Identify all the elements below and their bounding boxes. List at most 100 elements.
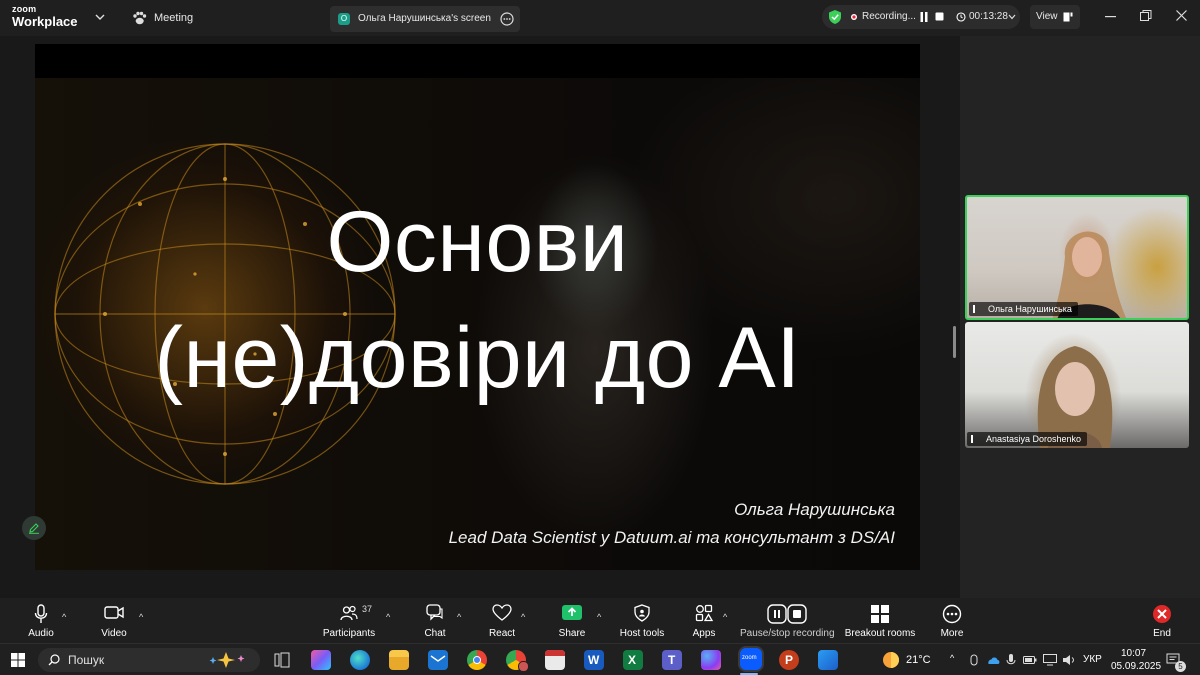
zoom-logo: zoom Workplace	[12, 5, 78, 29]
pause-stop-recording-button[interactable]: Pause/stop recording	[740, 598, 835, 643]
participants-options-caret[interactable]: ^	[386, 612, 390, 622]
recording-status-pill: Recording... 00:13:28	[822, 5, 1020, 29]
clock-icon	[956, 12, 966, 22]
chat-label: Chat	[424, 628, 446, 639]
input-language[interactable]: УКР	[1083, 654, 1102, 665]
apps-options-caret[interactable]: ^	[723, 612, 727, 622]
participant-name: Anastasiya Doroshenko	[986, 434, 1082, 444]
apps-button[interactable]: Apps	[686, 598, 722, 643]
layout-icon	[1063, 12, 1073, 22]
view-label: View	[1036, 11, 1058, 22]
security-shield-icon[interactable]	[828, 9, 842, 25]
pause-icon[interactable]	[920, 12, 928, 22]
copilot-app-icon[interactable]	[311, 650, 331, 670]
react-button[interactable]: React	[484, 598, 520, 643]
chevron-down-icon[interactable]	[1008, 14, 1016, 20]
participants-label: Participants	[322, 628, 376, 639]
word-app-icon[interactable]: W	[584, 650, 604, 670]
weather-temperature[interactable]: 21°C	[906, 654, 931, 666]
chat-button[interactable]: Chat	[418, 598, 452, 643]
breakout-rooms-icon	[871, 605, 889, 623]
edge-browser-icon[interactable]	[350, 650, 370, 670]
weather-sun-icon[interactable]	[882, 651, 900, 669]
volume-icon[interactable]	[1062, 654, 1076, 666]
search-icon	[48, 654, 60, 666]
share-label: Share	[558, 628, 586, 639]
screen-share-tab[interactable]: O Ольга Нарушинська's screen	[330, 6, 520, 32]
excel-app-icon[interactable]: X	[623, 650, 643, 670]
gallery-resize-handle[interactable]	[953, 326, 956, 358]
search-placeholder: Пошук	[68, 653, 105, 667]
mail-app-icon[interactable]	[428, 650, 448, 670]
breakout-rooms-button[interactable]: Breakout rooms	[844, 598, 916, 643]
teams-app-icon[interactable]: T	[662, 650, 682, 670]
apps-icon	[695, 604, 713, 622]
meeting-label[interactable]: Meeting	[154, 12, 193, 24]
audio-options-caret[interactable]: ^	[62, 612, 66, 622]
end-meeting-button[interactable]: End	[1145, 598, 1179, 643]
tray-overflow-caret[interactable]: ^	[950, 653, 954, 663]
minimize-icon[interactable]	[1105, 16, 1116, 18]
clock-time[interactable]: 10:07	[1121, 648, 1146, 659]
restore-icon[interactable]	[1140, 10, 1152, 22]
slide-title-line-2: (не)довіри до AI	[154, 310, 801, 406]
pause-stop-recording-label: Pause/stop recording	[740, 628, 835, 639]
battery-icon[interactable]	[1023, 655, 1037, 665]
windows-start-icon[interactable]	[11, 653, 25, 667]
chat-options-caret[interactable]: ^	[457, 612, 461, 622]
copilot-sparkle-icon	[209, 652, 245, 668]
audio-button[interactable]: Audio	[18, 598, 64, 643]
bluetooth-device-icon[interactable]	[968, 654, 980, 666]
more-label: More	[940, 628, 964, 639]
close-icon[interactable]	[1176, 10, 1187, 21]
sharer-initial-badge: O	[338, 13, 350, 25]
host-tools-button[interactable]: Host tools	[616, 598, 668, 643]
react-label: React	[488, 628, 516, 639]
participants-count: 37	[362, 604, 373, 614]
share-button[interactable]: Share	[552, 598, 592, 643]
participant-silhouette	[1037, 346, 1113, 448]
meeting-timer: 00:13:28	[969, 11, 1008, 22]
video-options-caret[interactable]: ^	[139, 612, 143, 622]
notification-count-badge: 5	[1175, 661, 1186, 672]
display-icon[interactable]	[1043, 654, 1057, 666]
photos-app-icon[interactable]	[818, 650, 838, 670]
chat-icon	[426, 604, 443, 621]
taskbar-search-box[interactable]: Пошук	[38, 648, 260, 672]
annotate-button[interactable]	[22, 516, 46, 540]
share-options-caret[interactable]: ^	[597, 612, 601, 622]
apps-label: Apps	[692, 628, 716, 639]
more-options-icon[interactable]	[500, 12, 514, 26]
file-explorer-icon[interactable]	[389, 650, 409, 670]
microphone-icon	[34, 604, 48, 623]
pin-icon	[973, 305, 982, 313]
share-tab-label: Ольга Нарушинська's screen	[358, 13, 491, 24]
calendar-app-icon[interactable]	[545, 650, 565, 670]
onedrive-cloud-icon[interactable]	[986, 655, 1000, 665]
powerpoint-app-icon[interactable]: P	[779, 650, 799, 670]
logo-brand-bottom: Workplace	[12, 14, 78, 29]
video-tile[interactable]: Anastasiya Doroshenko	[965, 322, 1189, 448]
participants-button[interactable]: 37 Participants	[318, 598, 380, 643]
chrome-browser-icon[interactable]	[467, 650, 487, 670]
video-tile-active-speaker[interactable]: Ольга Нарушинська	[965, 195, 1189, 320]
more-button[interactable]: More	[935, 598, 969, 643]
react-options-caret[interactable]: ^	[521, 612, 525, 622]
breakout-rooms-label: Breakout rooms	[844, 628, 916, 639]
video-camera-icon	[104, 606, 124, 619]
view-button[interactable]: View	[1030, 5, 1080, 29]
stop-icon[interactable]	[935, 12, 944, 22]
recording-label: Recording...	[862, 11, 916, 22]
zoom-app-icon[interactable]: zoom	[740, 648, 762, 670]
microphone-in-use-icon[interactable]	[1006, 653, 1016, 667]
clock-date[interactable]: 05.09.2025	[1111, 661, 1161, 672]
shield-icon	[634, 604, 650, 622]
chevron-down-icon[interactable]	[95, 13, 105, 21]
teams-classic-app-icon[interactable]	[701, 650, 721, 670]
chrome-profile-icon[interactable]	[506, 650, 529, 672]
heart-icon	[492, 604, 512, 621]
task-view-icon[interactable]	[272, 650, 292, 670]
slide-title: Основи (не)довіри до AI	[35, 184, 920, 416]
video-button[interactable]: Video	[92, 598, 136, 643]
participant-name-label: Anastasiya Doroshenko	[967, 432, 1088, 446]
